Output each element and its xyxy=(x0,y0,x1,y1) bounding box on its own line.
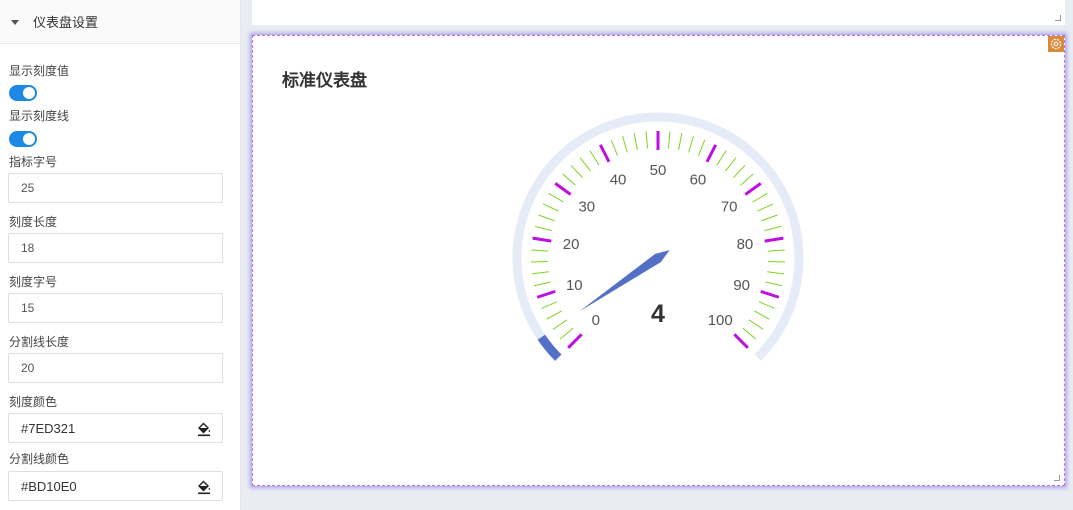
gauge-tick xyxy=(732,165,746,179)
toggle-knob xyxy=(23,133,35,145)
previous-widget-card[interactable] xyxy=(252,0,1065,25)
tick-length-label: 刻度长度 xyxy=(9,215,58,229)
gauge-split-line xyxy=(744,182,762,196)
split-line-length-input[interactable]: 20 xyxy=(8,353,223,383)
gauge-split-line xyxy=(760,289,780,299)
tick-color-input[interactable]: #7ED321 xyxy=(8,413,223,443)
gauge-tick xyxy=(698,139,706,156)
settings-panel: 仪表盘设置 显示刻度值 显示刻度线 指标字号 25 刻度长度 18 刻度字号 1… xyxy=(0,0,241,510)
panel-header[interactable]: 仪表盘设置 xyxy=(0,0,240,44)
gauge-tick xyxy=(548,192,564,203)
gauge-tick xyxy=(546,310,562,320)
gauge-tick-label: 60 xyxy=(690,172,707,189)
gauge-tick xyxy=(538,214,555,222)
gauge-tick-label: 0 xyxy=(592,312,600,329)
gauge-split-line xyxy=(532,236,552,243)
gauge-tick xyxy=(742,327,757,340)
gauge-widget-card[interactable]: 标准仪表盘 0 10 20 30 40 50 60 70 80 90 100 4 xyxy=(252,35,1065,486)
gauge-tick-label: 90 xyxy=(733,277,750,294)
gauge-value-label: 4 xyxy=(651,300,665,328)
tick-font-size-label: 刻度字号 xyxy=(9,275,58,289)
gauge-tick xyxy=(559,327,574,340)
split-line-color-value: #BD10E0 xyxy=(21,478,77,494)
indicator-font-size-input[interactable]: 25 xyxy=(8,173,223,203)
panel-title: 仪表盘设置 xyxy=(33,15,99,30)
gauge-split-line xyxy=(764,236,784,243)
gauge-tick xyxy=(748,319,764,330)
gauge-progress-arc xyxy=(537,334,562,361)
tick-color-value: #7ED321 xyxy=(21,420,76,436)
gauge-tick xyxy=(716,150,727,166)
gauge-tick xyxy=(541,301,558,309)
gauge-split-line xyxy=(567,333,583,349)
tick-length-input[interactable]: 18 xyxy=(8,233,223,263)
gauge-tick xyxy=(767,249,785,252)
gauge-split-line xyxy=(599,144,611,163)
gauge-tick-label: 20 xyxy=(563,236,580,253)
gauge-tick xyxy=(531,271,549,275)
paint-bucket-icon[interactable] xyxy=(196,479,212,495)
gauge-tick xyxy=(533,281,551,287)
gauge-tick xyxy=(552,319,568,330)
gauge-tick xyxy=(752,192,768,203)
gauge-tick xyxy=(633,133,638,151)
split-line-color-label: 分割线颜色 xyxy=(9,452,70,466)
gauge-tick xyxy=(562,173,576,186)
gauge-tick xyxy=(765,281,783,287)
gauge-tick xyxy=(579,157,591,172)
gauge-tick xyxy=(589,150,600,166)
gauge-tick xyxy=(534,225,552,232)
gauge-tick xyxy=(531,249,549,252)
show-tick-value-label: 显示刻度值 xyxy=(9,64,70,78)
tick-color-label: 刻度颜色 xyxy=(9,395,58,409)
gauge-tick xyxy=(570,165,584,179)
gauge-tick xyxy=(754,310,770,320)
gauge-tick xyxy=(761,214,778,222)
show-tick-value-toggle[interactable] xyxy=(9,85,37,101)
split-line-color-input[interactable]: #BD10E0 xyxy=(8,471,223,501)
paint-bucket-icon[interactable] xyxy=(196,421,212,437)
gauge-tick-label: 10 xyxy=(566,277,583,294)
gauge-tick xyxy=(725,157,737,172)
toggle-knob xyxy=(23,87,35,99)
resize-handle[interactable] xyxy=(1054,475,1060,481)
indicator-font-size-label: 指标字号 xyxy=(9,155,58,169)
gauge-split-line xyxy=(705,144,717,163)
gauge-tick-label: 100 xyxy=(708,312,733,329)
gauge-tick xyxy=(678,133,683,151)
resize-handle[interactable] xyxy=(1055,15,1061,21)
gauge-tick xyxy=(542,203,559,212)
gauge-tick xyxy=(767,260,785,263)
gauge-tick xyxy=(758,301,775,309)
tick-font-size-input[interactable]: 15 xyxy=(8,293,223,323)
gauge-tick xyxy=(757,203,774,212)
show-tick-line-label: 显示刻度线 xyxy=(9,109,70,123)
gauge-tick-label: 50 xyxy=(650,162,667,179)
gauge-tick xyxy=(764,225,782,232)
gauge-tick-label: 40 xyxy=(610,172,627,189)
gauge-tick-label: 30 xyxy=(578,198,595,215)
gauge-tick xyxy=(767,271,785,275)
gauge-tick xyxy=(531,260,549,263)
gauge-tick-label: 80 xyxy=(737,236,754,253)
gauge-tick xyxy=(645,131,649,149)
gauge-tick xyxy=(740,173,754,186)
caret-down-icon[interactable] xyxy=(11,19,19,25)
gauge-tick xyxy=(667,131,671,149)
gauge-chart: 0 10 20 30 40 50 60 70 80 90 100 4 xyxy=(512,112,804,361)
gauge-tick xyxy=(622,135,628,153)
show-tick-line-toggle[interactable] xyxy=(9,131,37,147)
gauge-split-line xyxy=(536,289,556,299)
gauge-tick xyxy=(610,139,618,156)
gauge-tick-label: 70 xyxy=(721,198,738,215)
gauge-split-line xyxy=(554,182,572,196)
gauge-tick xyxy=(688,135,694,153)
split-line-length-label: 分割线长度 xyxy=(9,335,70,349)
gauge-split-line xyxy=(733,333,749,349)
